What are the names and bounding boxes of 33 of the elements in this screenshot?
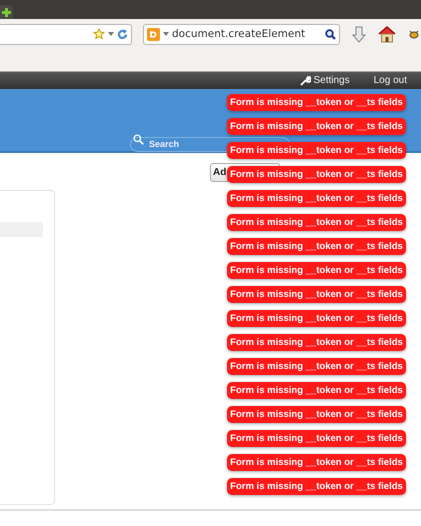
- error-notification: Form is missing __token or __ts fields: [227, 406, 406, 423]
- error-notification: Form is missing __token or __ts fields: [227, 478, 406, 495]
- search-engine-icon: [147, 28, 160, 40]
- search-icon[interactable]: [325, 28, 336, 40]
- error-notification: Form is missing __token or __ts fields: [227, 286, 406, 303]
- error-notification: Form is missing __token or __ts fields: [227, 238, 406, 255]
- error-notification: Form is missing __token or __ts fields: [227, 382, 406, 399]
- error-notification: Form is missing __token or __ts fields: [227, 358, 406, 375]
- error-notification: Form is missing __token or __ts fields: [227, 430, 406, 447]
- error-notification: Form is missing __token or __ts fields: [227, 454, 406, 471]
- dropdown-arrow-icon[interactable]: [108, 32, 114, 36]
- search-icon: [133, 134, 144, 145]
- error-notification: Form is missing __token or __ts fields: [227, 142, 406, 159]
- star-icon[interactable]: [93, 28, 105, 40]
- error-notification: Form is missing __token or __ts fields: [227, 94, 406, 111]
- bug-icon[interactable]: [408, 29, 420, 39]
- error-notification: Form is missing __token or __ts fields: [227, 166, 406, 183]
- error-notification: Form is missing __token or __ts fields: [227, 334, 406, 351]
- home-icon[interactable]: [378, 26, 396, 42]
- dropdown-arrow-icon[interactable]: [163, 32, 169, 36]
- wrench-icon: [300, 75, 312, 86]
- error-notification: Form is missing __token or __ts fields: [227, 310, 406, 327]
- reload-icon[interactable]: [117, 28, 128, 40]
- error-notification: Form is missing __token or __ts fields: [227, 118, 406, 135]
- error-notification: Form is missing __token or __ts fields: [227, 190, 406, 207]
- error-notification: Form is missing __token or __ts fields: [227, 262, 406, 279]
- download-arrow-icon[interactable]: [352, 26, 366, 42]
- web-search-field[interactable]: document.createElement: [143, 24, 340, 44]
- address-bar[interactable]: [0, 24, 132, 44]
- logout-link[interactable]: Log out: [374, 75, 407, 86]
- new-tab-icon[interactable]: [1, 6, 12, 18]
- error-notification: Form is missing __token or __ts fields: [227, 214, 406, 231]
- settings-link[interactable]: Settings: [300, 75, 350, 86]
